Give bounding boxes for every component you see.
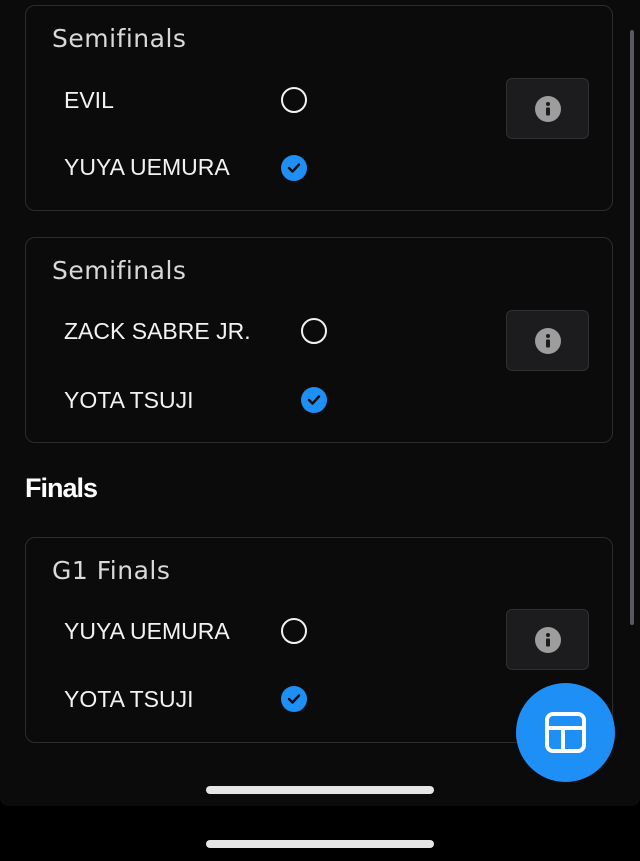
- info-icon: [535, 96, 561, 122]
- match-info-button[interactable]: [506, 310, 589, 371]
- match-info-button[interactable]: [506, 609, 589, 670]
- info-icon: [535, 627, 561, 653]
- option-label[interactable]: YUYA UEMURA: [64, 618, 230, 645]
- radio-selected[interactable]: [281, 155, 307, 181]
- match-title: Semifinals: [52, 24, 187, 53]
- radio-unselected[interactable]: [301, 318, 327, 344]
- checkmark-icon: [307, 395, 321, 405]
- option-label[interactable]: YOTA TSUJI: [64, 686, 194, 713]
- app-home-indicator[interactable]: [206, 786, 434, 794]
- radio-unselected[interactable]: [281, 618, 307, 644]
- match-title: Semifinals: [52, 256, 187, 285]
- info-icon: [535, 328, 561, 354]
- match-card-semifinal-2: Semifinals ZACK SABRE JR. YOTA TSUJI: [25, 237, 613, 443]
- checkmark-icon: [287, 694, 301, 704]
- option-label[interactable]: EVIL: [64, 87, 114, 114]
- checkmark-icon: [287, 163, 301, 173]
- radio-selected[interactable]: [301, 387, 327, 413]
- scrollbar[interactable]: [630, 30, 634, 625]
- app-screen: Semifinals EVIL YUYA UEMURA Semifinals Z…: [0, 0, 640, 806]
- match-card-semifinal-1: Semifinals EVIL YUYA UEMURA: [25, 5, 613, 211]
- option-label[interactable]: YOTA TSUJI: [64, 387, 194, 414]
- finals-section-heading: Finals: [25, 473, 98, 503]
- system-home-indicator[interactable]: [206, 840, 434, 848]
- match-title: G1 Finals: [52, 556, 171, 585]
- option-label[interactable]: ZACK SABRE JR.: [64, 318, 251, 345]
- match-info-button[interactable]: [506, 78, 589, 139]
- table-grid-icon: [545, 712, 586, 753]
- radio-selected[interactable]: [281, 686, 307, 712]
- option-label[interactable]: YUYA UEMURA: [64, 154, 230, 181]
- radio-unselected[interactable]: [281, 87, 307, 113]
- bracket-view-fab[interactable]: [516, 683, 615, 782]
